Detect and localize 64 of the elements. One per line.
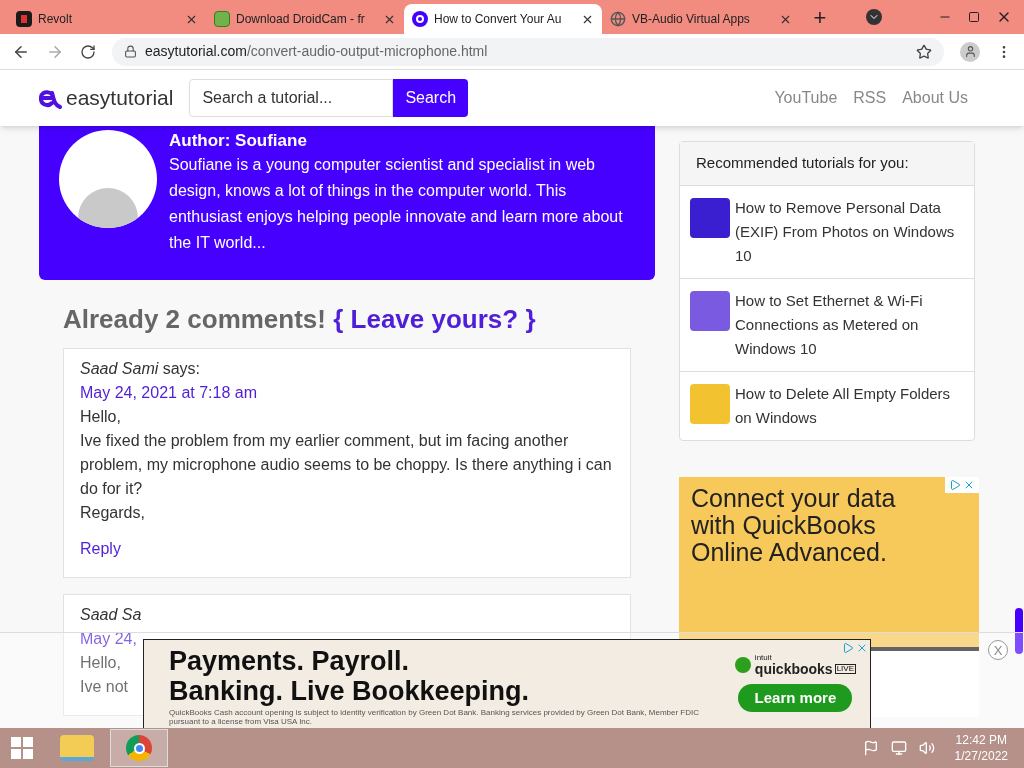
thumbnail-placeholder bbox=[690, 197, 730, 238]
tab-title: How to Convert Your Au bbox=[434, 11, 562, 28]
leave-comment-link[interactable]: { Leave yours? } bbox=[333, 304, 536, 334]
bottom-ad[interactable] bbox=[143, 639, 871, 728]
tutorial-link[interactable]: How to Delete All Empty Folders on Windows bbox=[735, 381, 964, 430]
reload-icon[interactable] bbox=[80, 43, 96, 60]
comment-text: Regards, bbox=[80, 503, 145, 523]
play-icon[interactable] bbox=[949, 478, 961, 491]
tutorial-link[interactable]: How to Remove Personal Data (EXIF) From Photos on Windows 10 bbox=[735, 195, 964, 268]
says-label: says: bbox=[162, 360, 201, 377]
author-heading: Author: Soufiane bbox=[169, 130, 308, 152]
network-icon[interactable] bbox=[890, 740, 907, 756]
reply-link[interactable]: Reply bbox=[80, 537, 121, 561]
comments-count: Already 2 comments! bbox=[63, 304, 326, 334]
browser-tab[interactable]: How to Convert Your Au bbox=[404, 4, 602, 34]
tutorial-link[interactable]: How to Set Ethernet & Wi-Fi Connections as Metered on Windows 10 bbox=[735, 288, 964, 361]
comment-date[interactable]: May 24, 2021 at 7:18 am bbox=[80, 381, 257, 405]
maximize-icon[interactable] bbox=[968, 11, 980, 23]
url-text: easytutorial.com/convert-audio-output-microphone.html bbox=[145, 42, 488, 61]
panel-title: Recommended tutorials for you: bbox=[680, 142, 974, 186]
nav-link[interactable]: YouTube bbox=[774, 86, 838, 110]
browser-tab[interactable]: Download DroidCam - fr bbox=[206, 4, 404, 34]
globe-icon bbox=[610, 11, 626, 27]
site-icon bbox=[412, 11, 428, 27]
brand-name: quickbooks bbox=[754, 662, 833, 676]
speaker-icon[interactable] bbox=[918, 740, 935, 756]
close-ad-button[interactable]: X bbox=[988, 640, 1008, 660]
profile-icon[interactable] bbox=[963, 45, 977, 58]
brand-icon bbox=[734, 657, 751, 673]
new-tab-button[interactable]: + bbox=[808, 6, 832, 30]
tab-title: Download DroidCam - fr bbox=[236, 11, 365, 28]
thumbnail-placeholder bbox=[690, 383, 730, 424]
app-icon bbox=[214, 11, 230, 27]
site-logo[interactable]: easytutorial bbox=[66, 82, 174, 114]
tab-title: VB-Audio Virtual Apps bbox=[632, 11, 750, 28]
lock-icon bbox=[124, 45, 137, 58]
comment-text: Ive not bbox=[80, 677, 129, 697]
ad-headline: Payments. Payroll. bbox=[169, 646, 411, 676]
ad-headline: Connect your data with QuickBooks Online Advanced. bbox=[691, 484, 897, 566]
nav-link[interactable]: RSS bbox=[853, 86, 887, 110]
ad-headline: Banking. Live Bookkeeping. bbox=[169, 676, 531, 706]
brand-badge: LIVE bbox=[834, 664, 856, 674]
scrollbar-thumb[interactable] bbox=[1015, 608, 1023, 654]
comment-text: Ive fixed the problem from my earlier comment, but im facing another problem, my microphone audio seems to be choppy. Is there anything i can do for it? bbox=[80, 431, 613, 499]
flag-icon[interactable] bbox=[862, 740, 879, 756]
learn-more-button[interactable]: Learn more bbox=[738, 684, 853, 712]
author-bio: Soufiane is a young computer scientist and specialist in web design, knows a lot of things in the computer world. This enthusiast enjoys helping people innovate and learn more about the IT world... bbox=[169, 155, 624, 253]
tab-title: Revolt bbox=[38, 11, 72, 28]
bookmark-icon[interactable] bbox=[916, 43, 932, 60]
play-icon[interactable] bbox=[842, 642, 854, 654]
search-field[interactable]: Search a tutorial... bbox=[189, 79, 394, 117]
comment-text: Hello, bbox=[80, 407, 121, 427]
brand-small: intuit bbox=[754, 654, 773, 662]
search-button[interactable]: Search bbox=[393, 79, 469, 117]
comment-author: Saad Sa bbox=[80, 606, 142, 623]
browser-icon[interactable] bbox=[126, 735, 152, 761]
comment-text: Hello, bbox=[80, 653, 121, 673]
address-field[interactable]: easytutorial.com/convert-audio-output-microphone.html bbox=[112, 37, 944, 66]
thumbnail-placeholder bbox=[690, 290, 730, 331]
comment-author: Saad Sami bbox=[80, 360, 159, 377]
nav-link[interactable]: About Us bbox=[902, 86, 968, 110]
app-icon bbox=[16, 11, 32, 27]
browser-tab[interactable]: Revolt bbox=[8, 4, 206, 34]
browser-tab[interactable]: VB-Audio Virtual Apps bbox=[602, 4, 800, 34]
